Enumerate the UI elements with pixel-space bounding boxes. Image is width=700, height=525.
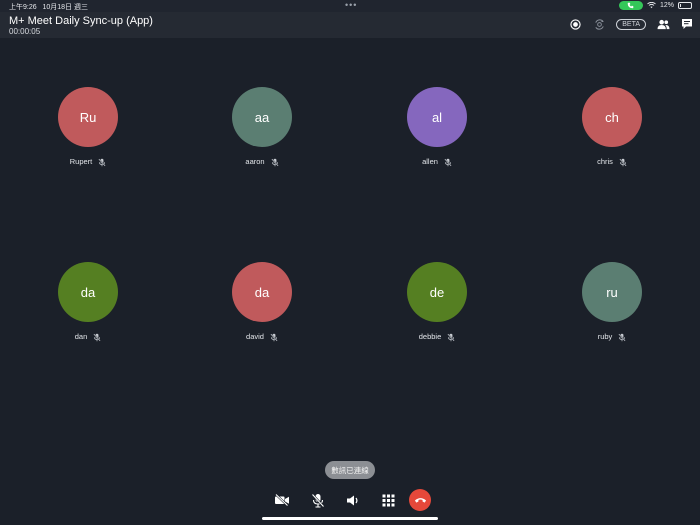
participant-tile[interactable]: ru ruby	[552, 262, 672, 352]
participant-name-row: chris	[552, 157, 672, 167]
participant-tile[interactable]: da david	[202, 262, 322, 352]
camera-toggle-button[interactable]	[271, 489, 293, 511]
phone-icon	[628, 2, 634, 9]
mic-muted-icon	[618, 333, 626, 341]
keypad-icon	[382, 494, 394, 506]
connection-toast: 數訊已連線	[325, 461, 375, 479]
participant-name-row: debbie	[377, 332, 497, 342]
participant-avatar: Ru	[58, 87, 118, 147]
call-controls	[271, 489, 431, 511]
call-timer: 00:00:05	[9, 27, 41, 36]
speaker-button[interactable]	[342, 489, 364, 511]
participant-name: aaron	[245, 157, 265, 166]
participant-name: allen	[422, 157, 438, 166]
status-time: 上午9:26 10月18日 週三	[9, 2, 88, 12]
multitasking-dots[interactable]: •••	[345, 0, 357, 10]
status-time-text: 上午9:26	[9, 4, 37, 11]
active-call-pill[interactable]	[618, 1, 643, 10]
keypad-button[interactable]	[377, 489, 399, 511]
speaker-icon	[347, 495, 358, 505]
mic-muted-icon	[619, 158, 627, 166]
mic-muted-icon	[98, 158, 106, 166]
end-call-icon	[414, 498, 426, 503]
participant-avatar: ch	[582, 87, 642, 147]
participants-icon	[657, 19, 669, 29]
participant-name: chris	[597, 157, 613, 166]
home-indicator[interactable]	[262, 517, 438, 520]
participant-name-row: dan	[28, 332, 148, 342]
participant-avatar: da	[58, 262, 118, 322]
participant-name: debbie	[418, 332, 442, 341]
participant-avatar: aa	[232, 87, 292, 147]
mic-muted-icon	[270, 333, 278, 341]
mic-muted-icon	[444, 158, 452, 166]
chat-icon	[682, 19, 692, 29]
status-right: 12%	[618, 1, 692, 10]
participant-name: david	[246, 332, 264, 341]
participant-tile[interactable]: de debbie	[377, 262, 497, 352]
participant-tile[interactable]: al allen	[377, 87, 497, 177]
switch-camera-icon	[595, 18, 604, 30]
participant-name: ruby	[597, 332, 613, 341]
participant-tile[interactable]: ch chris	[552, 87, 672, 177]
participant-name-row: Rupert	[28, 157, 148, 167]
participant-avatar: de	[407, 262, 467, 322]
participant-name-row: allen	[377, 157, 497, 167]
header-actions: BETA	[568, 17, 694, 31]
end-call-button[interactable]	[409, 489, 431, 511]
battery-level	[680, 4, 681, 7]
participant-tile[interactable]: Ru Rupert	[28, 87, 148, 177]
microphone-toggle-button[interactable]	[307, 489, 329, 511]
participants-button[interactable]	[656, 17, 670, 31]
mic-muted-icon	[447, 333, 455, 341]
status-bar: 上午9:26 10月18日 週三 ••• 12%	[0, 0, 700, 12]
participant-name: dan	[74, 332, 88, 341]
participant-name-row: ruby	[552, 332, 672, 342]
record-icon	[570, 18, 581, 30]
mic-muted-icon	[93, 333, 101, 341]
participant-name: Rupert	[69, 157, 93, 166]
participant-tile[interactable]: da dan	[28, 262, 148, 352]
battery-percent: 12%	[659, 2, 674, 9]
beta-badge[interactable]: BETA	[616, 18, 646, 30]
camera-off-icon	[275, 494, 289, 506]
participant-avatar: al	[407, 87, 467, 147]
wifi-icon	[647, 2, 656, 9]
participant-name-row: aaron	[202, 157, 322, 167]
participant-tile[interactable]: aa aaron	[202, 87, 322, 177]
record-button[interactable]	[568, 17, 582, 31]
participant-name-row: david	[202, 332, 322, 342]
meeting-title: M+ Meet Daily Sync-up (App)	[9, 15, 153, 27]
switch-camera-button[interactable]	[592, 17, 606, 31]
status-date-text: 10月18日 週三	[42, 4, 88, 11]
chat-button[interactable]	[680, 17, 694, 31]
mic-muted-icon	[270, 158, 279, 166]
participant-avatar: da	[232, 262, 292, 322]
mic-off-icon	[311, 493, 325, 508]
call-header: M+ Meet Daily Sync-up (App) 00:00:05 BET…	[0, 12, 700, 38]
battery-icon	[678, 2, 692, 9]
participant-avatar: ru	[582, 262, 642, 322]
